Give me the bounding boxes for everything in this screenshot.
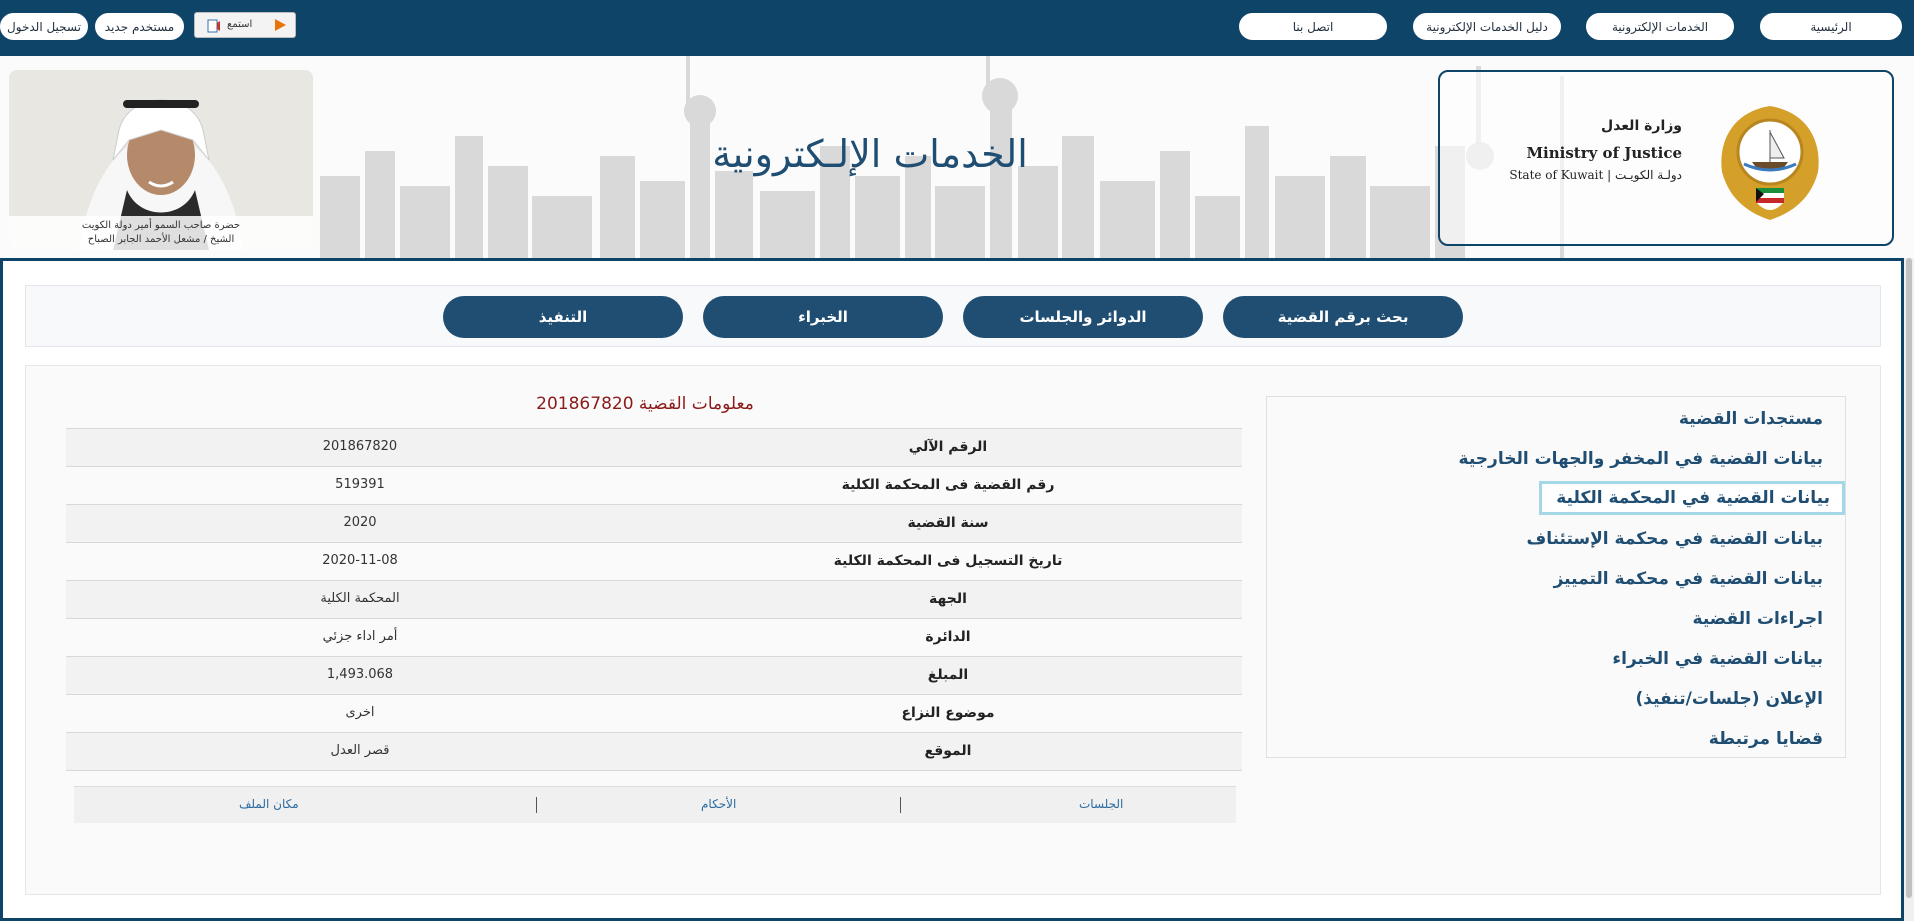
sidebar-item-police-station[interactable]: بيانات القضية في المخفر والجهات الخارجية [1451, 445, 1831, 473]
tab-divider [900, 797, 901, 813]
row-value: أمر اداء جزئي [322, 629, 398, 644]
sidebar-item-experts[interactable]: بيانات القضية في الخبراء [1604, 645, 1831, 673]
search-by-case-number-button[interactable]: بحث برقم القضية [1223, 296, 1463, 338]
portrait-caption-line2: الشيخ / مشعل الأحمد الجابر الصباح [87, 234, 235, 245]
row-value: 2020-11-08 [322, 553, 398, 568]
login-button[interactable]: تسجيل الدخول [0, 13, 88, 40]
row-value: 1,493.068 [326, 667, 394, 682]
nav-eservices-button[interactable]: الخدمات الإلكترونية [1586, 13, 1734, 40]
main-panel: بحث برقم القضية الدوائر والجلسات الخبراء… [0, 258, 1904, 921]
row-value: المحكمة الكلية [320, 591, 400, 606]
portrait-caption-line1: حضرة صاحب السمو أمير دولة الكويت [81, 220, 241, 231]
sidebar-item-announcement[interactable]: الإعلان (جلسات/تنفيذ) [1628, 685, 1831, 713]
row-key: الرقم الآلي [908, 439, 988, 455]
table-row: الدائرة أمر اداء جزئي [66, 618, 1242, 656]
state-of-kuwait: State of Kuwait | دولـة الكويـت [1509, 168, 1682, 182]
row-value: اخرى [345, 705, 375, 720]
sidebar-item-case-updates[interactable]: مستجدات القضية [1671, 405, 1831, 433]
portrait-caption: حضرة صاحب السمو أمير دولة الكويت الشيخ /… [9, 216, 313, 250]
case-tabs: الجلسات الأحكام مكان الملف [74, 786, 1236, 823]
table-row: الموقع قصر العدل [66, 732, 1242, 771]
table-row: رقم القضية فى المحكمة الكلية 519391 [66, 466, 1242, 504]
row-key: الدائرة [925, 629, 971, 645]
row-key: الموقع [924, 743, 972, 759]
page-title: الخدمات الإلـكترونية [712, 132, 1028, 176]
row-key: موضوع النزاع [901, 705, 995, 721]
table-row: تاريخ التسجيل فى المحكمة الكلية 2020-11-… [66, 542, 1242, 580]
tab-file-location[interactable]: مكان الملف [239, 797, 299, 811]
row-value: 519391 [335, 477, 385, 492]
table-row: الرقم الآلي 201867820 [66, 428, 1242, 466]
execution-button[interactable]: التنفيذ [443, 296, 683, 338]
row-value: 2020 [343, 515, 377, 530]
case-sidebar: مستجدات القضية بيانات القضية في المخفر و… [1266, 396, 1846, 758]
table-row: موضوع النزاع اخرى [66, 694, 1242, 732]
circuits-sessions-button[interactable]: الدوائر والجلسات [963, 296, 1203, 338]
listen-button[interactable]: استمع [194, 12, 296, 38]
listen-label: استمع [227, 19, 253, 30]
case-content: مستجدات القضية بيانات القضية في المخفر و… [25, 365, 1881, 895]
scrollbar-thumb[interactable] [1906, 258, 1912, 898]
row-key: المبلغ [927, 667, 969, 683]
table-row: سنة القضية 2020 [66, 504, 1242, 542]
sidebar-item-case-procedures[interactable]: اجراءات القضية [1685, 605, 1831, 633]
emir-portrait: حضرة صاحب السمو أمير دولة الكويت الشيخ /… [9, 70, 313, 250]
table-row: الجهة المحكمة الكلية [66, 580, 1242, 618]
experts-button[interactable]: الخبراء [703, 296, 943, 338]
nav-contact-button[interactable]: اتصل بنا [1239, 13, 1387, 40]
page-scrollbar[interactable] [1904, 258, 1914, 921]
case-search-nav: بحث برقم القضية الدوائر والجلسات الخبراء… [25, 285, 1881, 347]
ministry-name-ar: وزارة العدل [1601, 118, 1682, 134]
nav-guide-button[interactable]: دليل الخدمات الإلكترونية [1413, 13, 1561, 40]
table-row: المبلغ 1,493.068 [66, 656, 1242, 694]
row-key: رقم القضية فى المحكمة الكلية [841, 477, 1055, 493]
kuwait-emblem-icon [1721, 106, 1819, 220]
ministry-name-en: Ministry of Justice [1526, 144, 1682, 162]
row-value: قصر العدل [330, 743, 390, 758]
ministry-logo: وزارة العدل Ministry of Justice State of… [1438, 70, 1894, 246]
row-key: سنة القضية [907, 515, 989, 531]
top-bar: الرئيسية الخدمات الإلكترونية دليل الخدما… [0, 0, 1914, 56]
row-value: 201867820 [322, 439, 398, 454]
row-key: الجهة [929, 591, 967, 607]
play-icon [271, 17, 289, 33]
speaker-icon [207, 18, 221, 37]
sidebar-item-court-of-first-instance[interactable]: بيانات القضية في المحكمة الكلية [1539, 481, 1845, 515]
tab-divider [536, 797, 537, 813]
sidebar-item-court-of-cassation[interactable]: بيانات القضية في محكمة التمييز [1546, 565, 1831, 593]
case-info-title: معلومات القضية 201867820 [536, 394, 754, 414]
tab-sessions[interactable]: الجلسات [1079, 797, 1123, 811]
new-user-button[interactable]: مستخدم جديد [95, 13, 184, 40]
sidebar-item-court-of-appeal[interactable]: بيانات القضية في محكمة الإستئناف [1518, 525, 1831, 553]
row-key: تاريخ التسجيل فى المحكمة الكلية [833, 553, 1063, 569]
sidebar-item-related-cases[interactable]: قضايا مرتبطة [1701, 725, 1831, 753]
tab-judgments[interactable]: الأحكام [701, 797, 736, 811]
nav-home-button[interactable]: الرئيسية [1760, 13, 1902, 40]
